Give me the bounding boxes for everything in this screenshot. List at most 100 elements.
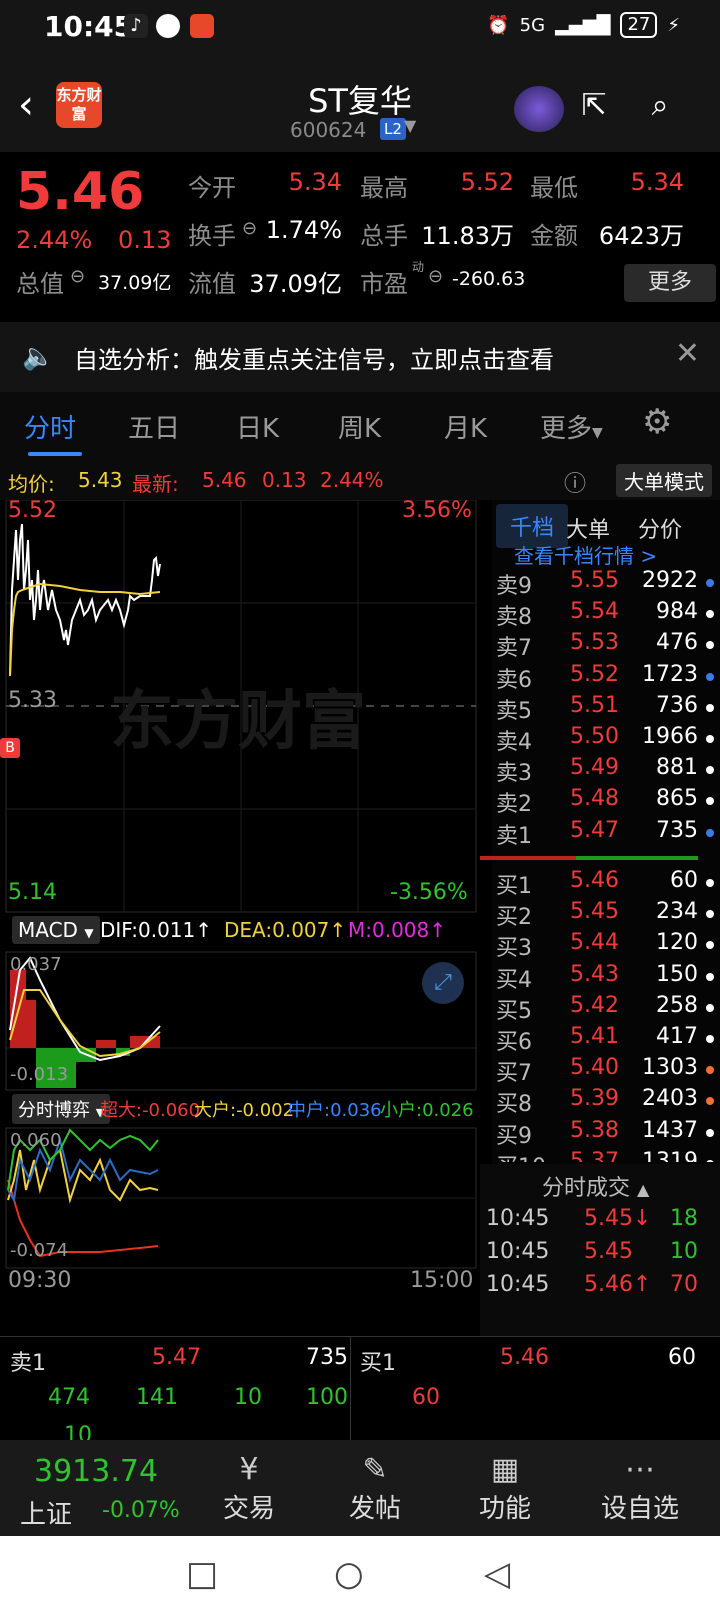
ask-bid-bar-green: [576, 856, 698, 860]
change-amount: 0.13: [118, 226, 172, 254]
buy-marker[interactable]: B: [0, 738, 20, 758]
info-icon[interactable]: ⊖: [242, 218, 257, 239]
info-icon[interactable]: ⊖: [428, 266, 443, 287]
book-level-label: 卖7: [496, 636, 532, 662]
flow-selector[interactable]: 分时博弈 ▼: [12, 1094, 111, 1124]
nav-post[interactable]: ✎ 发帖: [340, 1452, 410, 1525]
bid-row[interactable]: 买3 5.44 120: [492, 930, 720, 962]
tab-daily-k[interactable]: 日K: [236, 408, 279, 445]
order-dot-icon: [706, 941, 714, 950]
book-level-label: 买8: [496, 1092, 532, 1118]
book-level-label: 买7: [496, 1061, 532, 1087]
book-price: 5.43: [570, 961, 619, 987]
order-dot-icon: [706, 1066, 714, 1075]
chart-mid-price: 5.33: [8, 688, 57, 713]
ask-row[interactable]: 卖4 5.50 1966: [492, 724, 720, 756]
sell-queue-item: 100: [306, 1385, 348, 1410]
settings-icon[interactable]: ⚙: [642, 402, 672, 442]
turnover-label: 换手: [188, 222, 236, 250]
chevron-down-icon[interactable]: ▼: [404, 116, 416, 135]
macd-selector[interactable]: MACD ▼: [12, 916, 100, 944]
bid-row[interactable]: 买10 5.37 1319: [492, 1149, 720, 1162]
watermark: 东方财富: [110, 685, 366, 759]
info-icon[interactable]: ⊖: [70, 266, 85, 287]
search-icon[interactable]: ⌕: [640, 86, 680, 126]
tab-monthly-k[interactable]: 月K: [444, 408, 487, 445]
help-icon[interactable]: ⓘ: [564, 466, 586, 498]
high-label: 最高: [360, 174, 408, 202]
nav-functions[interactable]: ▦ 功能: [470, 1452, 540, 1525]
book-level-label: 卖9: [496, 574, 532, 599]
intraday-chart[interactable]: 5.52 3.56% 5.33 东方财富 B 5.14 -3.56% MACD …: [0, 498, 490, 1336]
trades-title[interactable]: 分时成交 ▲: [542, 1170, 649, 1202]
charging-icon: ⚡: [667, 14, 680, 36]
ask-list: 卖9 5.55 2922 卖8 5.54 984 卖7 5.53 476 卖6 5.52 1723 卖5…: [492, 568, 720, 858]
share-icon[interactable]: ⇱: [574, 86, 614, 126]
avg-value: 5.43: [78, 468, 123, 492]
book-level-label: 卖4: [496, 730, 532, 755]
book-level-label: 卖5: [496, 698, 532, 724]
order-dot-icon: [706, 641, 714, 650]
notice-text[interactable]: 自选分析：触发重点关注信号，立即点击查看: [74, 340, 554, 375]
big-order-mode-button[interactable]: 大单模式: [616, 464, 712, 497]
avg-label: 均价:: [8, 472, 55, 496]
float-value: 37.09亿: [249, 270, 342, 298]
ask-row[interactable]: 卖7 5.53 476: [492, 630, 720, 662]
tab-five-day[interactable]: 五日: [128, 408, 180, 445]
book-level-label: 买6: [496, 1030, 532, 1055]
bid-row[interactable]: 买2 5.45 234: [492, 899, 720, 931]
tab-intraday[interactable]: 分时: [24, 408, 76, 445]
order-dot-icon: [706, 972, 714, 981]
amount-label: 金额: [530, 222, 578, 250]
expand-icon[interactable]: ⤢: [422, 962, 464, 1004]
low-label: 最低: [530, 174, 578, 202]
more-button[interactable]: 更多: [624, 264, 716, 302]
home-icon[interactable]: ○: [334, 1554, 364, 1594]
ask-bid-bar-red: [480, 856, 576, 860]
book-volume: 1723: [642, 661, 698, 687]
chevron-up-icon: ▲: [637, 1180, 650, 1199]
ask-row[interactable]: 卖2 5.48 865: [492, 786, 720, 818]
book-volume: 150: [656, 961, 698, 987]
ask-row[interactable]: 卖8 5.54 984: [492, 599, 720, 631]
book-price: 5.46: [570, 868, 619, 893]
bid-row[interactable]: 买5 5.42 258: [492, 993, 720, 1025]
ask-row[interactable]: 卖5 5.51 736: [492, 693, 720, 725]
bid-row[interactable]: 买6 5.41 417: [492, 1024, 720, 1056]
macd-frame: [5, 951, 477, 1091]
ai-assistant-icon[interactable]: [514, 86, 564, 132]
tab-weekly-k[interactable]: 周K: [338, 408, 381, 445]
ask-row[interactable]: 卖1 5.47 735: [492, 818, 720, 850]
index-ticker[interactable]: 3913.74 上证 -0.07%: [0, 1440, 190, 1536]
flow-small: 小户:0.026: [380, 1100, 474, 1121]
tab-more[interactable]: 更多▼: [540, 408, 603, 445]
nav-add-watchlist[interactable]: ⋯ 设自选: [590, 1452, 690, 1525]
view-depth-link[interactable]: 查看千档行情 >: [514, 540, 657, 569]
ask-row[interactable]: 卖9 5.55 2922: [492, 568, 720, 600]
bid-row[interactable]: 买8 5.39 2403: [492, 1086, 720, 1118]
bid-row[interactable]: 买7 5.40 1303: [492, 1055, 720, 1087]
level2-badge[interactable]: L2: [380, 118, 406, 140]
chart-top-price: 5.52: [8, 498, 57, 523]
ask-row[interactable]: 卖6 5.52 1723: [492, 662, 720, 694]
trade-price: 5.45: [584, 1239, 633, 1264]
book-level-label: 卖1: [496, 823, 532, 849]
notice-bar[interactable]: 🔈 自选分析：触发重点关注信号，立即点击查看 ✕: [0, 322, 720, 392]
nav-trade[interactable]: ¥ 交易: [214, 1452, 284, 1525]
speaker-icon: 🔈: [22, 342, 55, 372]
close-icon[interactable]: ✕: [675, 336, 700, 371]
ask-row[interactable]: 卖3 5.49 881: [492, 755, 720, 787]
bid-row[interactable]: 买4 5.43 150: [492, 962, 720, 994]
order-dot-icon: [706, 766, 714, 775]
bid-list: 买1 5.46 60 买2 5.45 234 买3 5.44 120 买4 5.43 150 买5 5.4…: [492, 868, 720, 1162]
trade-row: 10:45 5.45↓ 18: [480, 1206, 720, 1238]
latest-value: 5.46: [202, 468, 247, 492]
chart-bottom-percent: -3.56%: [390, 880, 468, 905]
bid-row[interactable]: 买1 5.46 60: [492, 868, 720, 900]
book-volume: 2403: [642, 1086, 698, 1112]
bid-row[interactable]: 买9 5.38 1437: [492, 1118, 720, 1150]
book-volume: 120: [656, 930, 698, 956]
status-bar: 10:45 ♪ ⏰ 5G ▂▄▆█ 27 ⚡: [0, 0, 720, 52]
back-nav-icon[interactable]: ◁: [484, 1554, 510, 1594]
recents-icon[interactable]: □: [186, 1554, 218, 1594]
